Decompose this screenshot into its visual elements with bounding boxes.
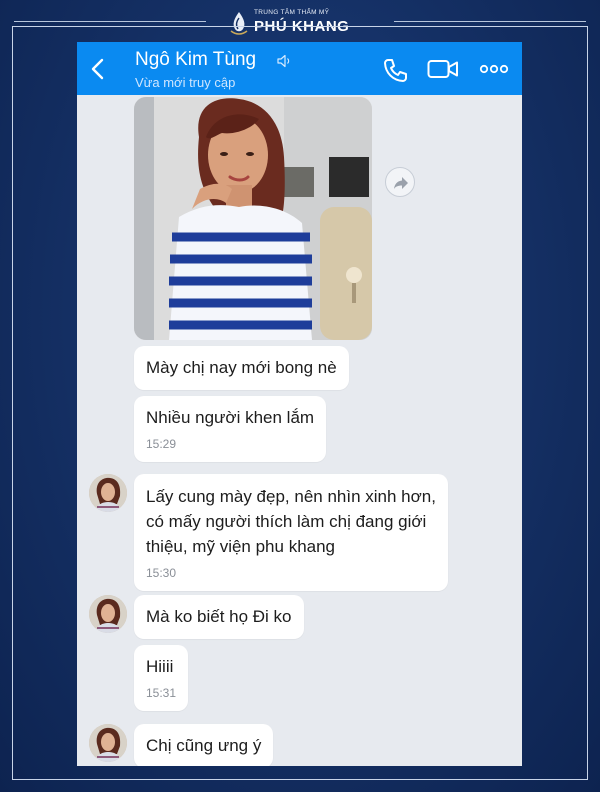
back-arrow-icon[interactable] <box>87 57 111 81</box>
message-text: Nhiều người khen lắm <box>146 408 315 427</box>
shared-photo[interactable] <box>134 97 372 340</box>
brand-divider-right <box>394 21 586 22</box>
message-text-line: có mấy người thích làm chị đang giới <box>146 512 427 531</box>
message-bubble[interactable]: Chị cũng ưng ý <box>134 724 274 766</box>
avatar-image <box>89 595 127 633</box>
chat-header: Ngô Kim Tùng Vừa mới truy cập <box>77 42 522 95</box>
message-text: Hiiii <box>146 657 174 676</box>
message-time: 15:31 <box>146 686 177 700</box>
message-time: 15:29 <box>146 437 177 451</box>
avatar-image <box>89 474 127 512</box>
message-text-line: thiệu, mỹ viện phu khang <box>146 537 336 556</box>
phone-icon[interactable] <box>382 57 408 83</box>
brand-divider-left <box>14 21 206 22</box>
message-time: 15:30 <box>146 566 177 580</box>
message-bubble[interactable]: Mà ko biết họ Đi ko <box>134 595 304 639</box>
video-camera-icon[interactable] <box>427 58 459 80</box>
avatar[interactable] <box>89 724 127 762</box>
selfie-photo-image <box>134 97 372 340</box>
avatar[interactable] <box>89 474 127 512</box>
contact-status: Vừa mới truy cập <box>135 75 236 90</box>
more-dots-icon[interactable] <box>479 64 509 74</box>
message-text: Mày chị nay mới bong nè <box>146 358 337 377</box>
forward-arrow-icon <box>394 177 408 189</box>
contact-name[interactable]: Ngô Kim Tùng <box>135 49 256 71</box>
avatar-image <box>89 724 127 762</box>
message-bubble[interactable]: Nhiều người khen lắm 15:29 <box>134 396 327 462</box>
message-text: Mà ko biết họ Đi ko <box>146 607 292 626</box>
message-bubble[interactable]: Lấy cung mày đẹp, nên nhìn xinh hơn, có … <box>134 474 448 591</box>
brand-subtitle: TRUNG TÂM THẨM MỸ <box>254 9 330 16</box>
speaker-icon <box>277 54 290 68</box>
message-text-line: Lấy cung mày đẹp, nên nhìn xinh hơn, <box>146 487 436 506</box>
avatar[interactable] <box>89 595 127 633</box>
message-bubble[interactable]: Hiiii 15:31 <box>134 645 189 711</box>
chat-screen: Ngô Kim Tùng Vừa mới truy cập Mày chị na… <box>77 42 522 766</box>
message-text: Chị cũng ưng ý <box>146 736 262 755</box>
share-button[interactable] <box>385 167 415 197</box>
message-bubble[interactable]: Mày chị nay mới bong nè <box>134 346 349 390</box>
